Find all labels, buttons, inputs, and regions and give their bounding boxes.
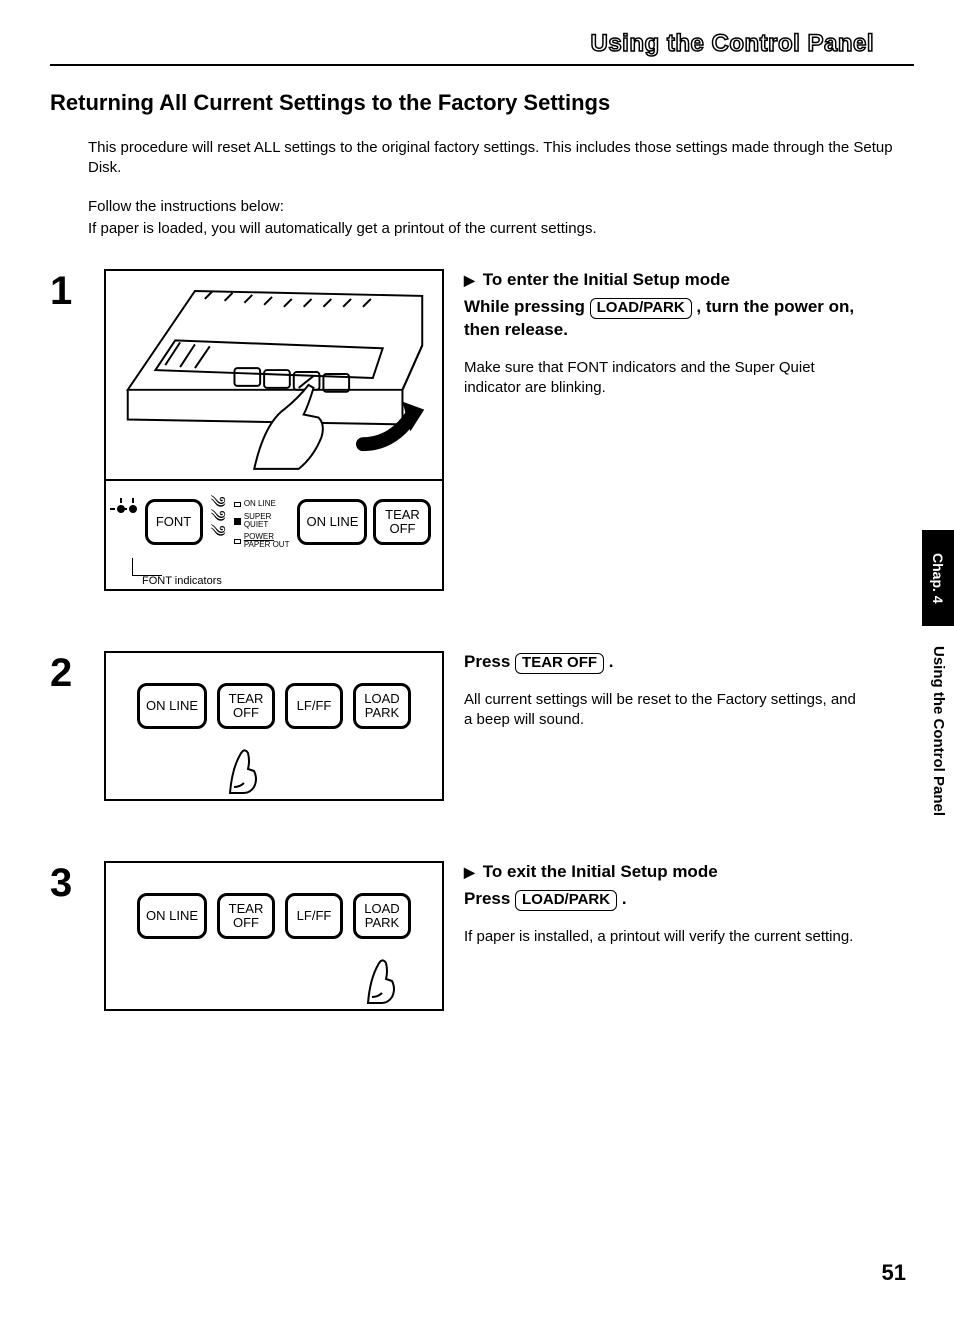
lfff-button: LF/FF [285, 893, 343, 939]
tearoff-l1: TEAR [229, 692, 264, 706]
loadpark-key-label: LOAD/PARK [590, 298, 692, 319]
intro-block: This procedure will reset ALL settings t… [88, 138, 914, 239]
triangle-icon: ▶ [464, 863, 475, 882]
page-number: 51 [882, 1260, 906, 1286]
finger-press-icon [226, 743, 260, 795]
tearoff-l2: OFF [389, 522, 415, 536]
lfff-button: LF/FF [285, 683, 343, 729]
step-2-body: All current settings will be reset to th… [464, 690, 864, 731]
tearoff-button: TEAR OFF [217, 683, 275, 729]
step-1-text: ▶ To enter the Initial Setup mode While p… [464, 269, 914, 398]
step-2-instr-post: . [604, 652, 613, 671]
led-quiet: QUIET [244, 521, 272, 529]
led-labels: ON LINE SUPERQUIET POWERPAPER OUT [234, 499, 290, 549]
led-online: ON LINE [244, 499, 276, 509]
step-1-body: Make sure that FONT indicators and the S… [464, 358, 864, 399]
step-3-instr-pre: Press [464, 889, 515, 908]
loadpark-button: LOAD PARK [353, 683, 411, 729]
step-3-lead: To exit the Initial Setup mode [483, 861, 718, 884]
section-tab: Using the Control Panel [922, 646, 954, 816]
font-indicator-leds [117, 505, 137, 513]
tearoff-l1: TEAR [385, 508, 420, 522]
chapter-tab: Chap. 4 [922, 530, 954, 626]
online-button: ON LINE [137, 683, 207, 729]
loadpark-l2: PARK [365, 916, 399, 930]
step-3: 3 ON LINE TEAR OFF LF/FF LOAD PARK ▶ To e… [50, 861, 914, 1011]
intro-text-1: This procedure will reset ALL settings t… [88, 138, 914, 179]
tearoff-l2: OFF [233, 706, 259, 720]
intro-text-3: If paper is loaded, you will automatical… [88, 219, 914, 239]
step-3-body: If paper is installed, a printout will v… [464, 927, 864, 947]
step-2-illustration: ON LINE TEAR OFF LF/FF LOAD PARK [104, 651, 444, 801]
step-2-text: Press TEAR OFF . All current settings wi… [464, 651, 914, 730]
loadpark-key-label: LOAD/PARK [515, 890, 617, 911]
step-number: 1 [50, 269, 84, 314]
tearoff-key-label: TEAR OFF [515, 653, 604, 674]
loadpark-l2: PARK [365, 706, 399, 720]
triangle-icon: ▶ [464, 271, 475, 290]
step-number: 3 [50, 861, 84, 906]
step-3-instr-post: . [617, 889, 626, 908]
tearoff-button: TEAR OFF [373, 499, 431, 545]
step-1-lead: To enter the Initial Setup mode [483, 269, 730, 292]
tearoff-l1: TEAR [229, 902, 264, 916]
tearoff-button: TEAR OFF [217, 893, 275, 939]
step-2-instr-pre: Press [464, 652, 515, 671]
online-button: ON LINE [137, 893, 207, 939]
led-paperout: PAPER OUT [244, 541, 290, 549]
step-1-illustration: FONT ༄༄༄ ON LINE SUPERQUIET POWERPAPER O… [104, 269, 444, 591]
step-3-text: ▶ To exit the Initial Setup mode Press LO… [464, 861, 914, 947]
font-indicator-label: FONT indicators [142, 575, 222, 587]
step-1: 1 [50, 269, 914, 591]
step-1-panel: FONT ༄༄༄ ON LINE SUPERQUIET POWERPAPER O… [106, 481, 442, 589]
loadpark-l1: LOAD [364, 692, 399, 706]
font-button: FONT [145, 499, 203, 545]
divider [50, 64, 914, 66]
cable-squiggle: ༄༄༄ [209, 497, 228, 540]
finger-press-icon [364, 953, 398, 1005]
intro-text-2: Follow the instructions below: [88, 197, 914, 217]
step-3-illustration: ON LINE TEAR OFF LF/FF LOAD PARK [104, 861, 444, 1011]
section-title: Using the Control Panel [50, 30, 914, 58]
step-1-instr-pre: While pressing [464, 297, 590, 316]
tearoff-l2: OFF [233, 916, 259, 930]
printer-drawing [106, 271, 442, 481]
page-subtitle: Returning All Current Settings to the Fa… [50, 90, 914, 116]
loadpark-l1: LOAD [364, 902, 399, 916]
online-button: ON LINE [297, 499, 367, 545]
step-number: 2 [50, 651, 84, 696]
step-2: 2 ON LINE TEAR OFF LF/FF LOAD PARK Press [50, 651, 914, 801]
loadpark-button: LOAD PARK [353, 893, 411, 939]
